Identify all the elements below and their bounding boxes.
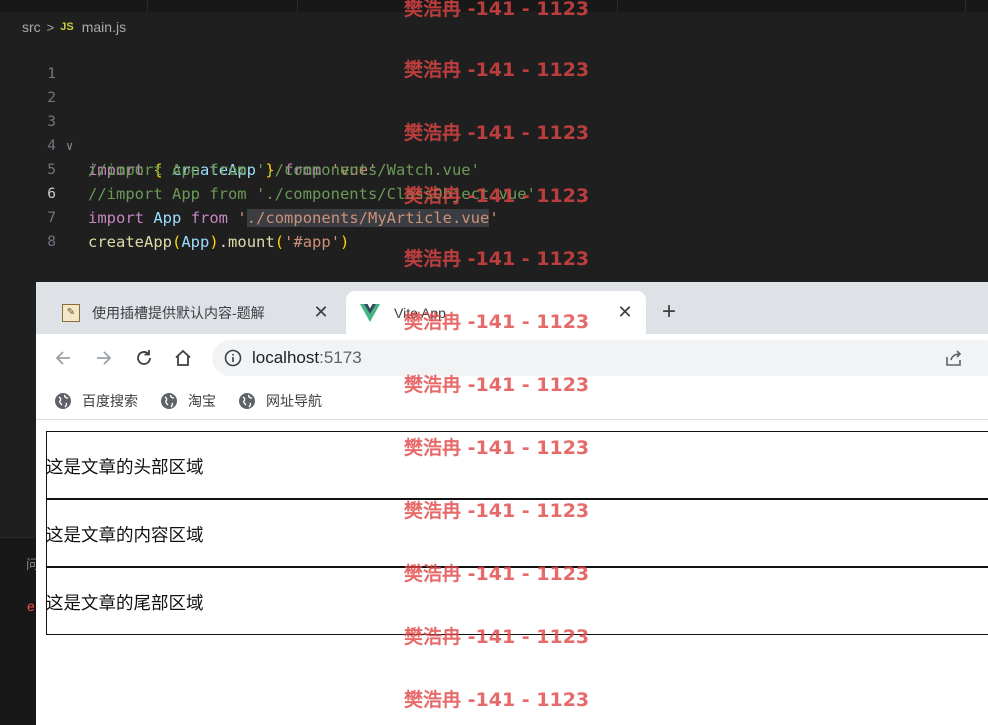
globe-icon (161, 392, 177, 409)
article-header-text: 这是文章的头部区域 (46, 458, 204, 478)
globe-icon (55, 392, 71, 409)
reload-button[interactable] (130, 344, 158, 372)
bookmark-item[interactable]: 网址导航 (238, 391, 322, 411)
paren-token: ) (340, 233, 350, 251)
back-button[interactable] (50, 344, 78, 372)
arrow-left-icon (55, 351, 70, 365)
code-line[interactable]: 8 (0, 206, 988, 250)
code-line[interactable]: 2 (0, 62, 988, 106)
share-icon[interactable] (944, 349, 964, 367)
browser-window: ✎ 使用插槽提供默认内容-题解 ✕ Vite App ✕ + localhost… (36, 282, 988, 725)
vue-logo-icon (360, 303, 380, 322)
browser-toolbar: localhost:5173 (36, 334, 988, 382)
article-content-text: 这是文章的内容区域 (46, 526, 204, 546)
editor-tab[interactable] (618, 0, 966, 12)
bookmarks-bar: 百度搜索 淘宝 网址导航 (36, 382, 988, 420)
new-tab-button[interactable]: + (662, 299, 676, 325)
panel-error-text: e (27, 598, 35, 614)
paren-token: ) (209, 233, 219, 251)
url-host: localhost (252, 348, 320, 367)
url-port: :5173 (319, 348, 362, 367)
code-line[interactable]: 1 (0, 38, 988, 82)
code-line[interactable]: 3 ∨ import { createApp } from 'vue' (0, 86, 988, 179)
page-viewport: 这是文章的头部区域 这是文章的内容区域 这是文章的尾部区域 (36, 421, 988, 725)
browser-tab-inactive[interactable]: ✎ 使用插槽提供默认内容-题解 ✕ (50, 291, 342, 334)
string-token: '#app' (284, 233, 341, 251)
editor-tab[interactable] (0, 0, 148, 12)
paren-token: ( (172, 233, 182, 251)
browser-tab-active[interactable]: Vite App ✕ (346, 291, 646, 334)
globe-icon (239, 392, 255, 409)
code-line[interactable]: 5 //import App from './components/ClassO… (0, 134, 988, 203)
reload-icon (137, 350, 151, 365)
home-icon (175, 349, 191, 366)
address-bar[interactable]: localhost:5173 (212, 340, 988, 376)
editor-tab[interactable] (448, 0, 618, 12)
breadcrumb-folder[interactable]: src (22, 19, 41, 35)
article-header: 这是文章的头部区域 (46, 431, 988, 499)
breadcrumb-file[interactable]: main.js (82, 19, 126, 35)
editor-tab[interactable] (298, 0, 448, 12)
function-token: createApp (88, 233, 172, 251)
url-text: localhost:5173 (252, 348, 362, 368)
code-line[interactable]: 7 createApp(App).mount('#app') (0, 182, 988, 251)
identifier-token: App (181, 233, 210, 251)
code-area[interactable]: 1 2 3 ∨ import { createApp } from 'vue' … (0, 38, 988, 251)
punctuation-token: . (218, 233, 229, 251)
breadcrumb: src > JS main.js (22, 15, 126, 39)
article-content: 这是文章的内容区域 (46, 498, 988, 567)
bookmark-label: 淘宝 (188, 392, 216, 409)
javascript-file-icon: JS (60, 21, 74, 33)
paren-token: ( (274, 233, 285, 251)
bookmark-item[interactable]: 淘宝 (160, 391, 216, 411)
close-icon[interactable]: ✕ (310, 302, 332, 323)
forward-button[interactable] (89, 344, 117, 372)
home-button[interactable] (169, 344, 197, 372)
arrow-right-icon (97, 351, 112, 365)
article-footer: 这是文章的尾部区域 (46, 566, 988, 635)
tab-title: Vite App (394, 304, 446, 321)
editor-tab-strip (0, 0, 988, 12)
function-token: mount (228, 233, 275, 251)
chevron-right-icon: > (46, 19, 55, 35)
browser-tab-bar: ✎ 使用插槽提供默认内容-题解 ✕ Vite App ✕ + (36, 282, 988, 334)
close-icon[interactable]: ✕ (614, 302, 636, 323)
tab-title: 使用插槽提供默认内容-题解 (92, 304, 265, 321)
bottom-panel: 问 e (0, 537, 39, 725)
info-icon[interactable] (224, 349, 242, 367)
code-line-active[interactable]: 6 import App from './components/MyArticl… (0, 158, 988, 227)
article-footer-text: 这是文章的尾部区域 (46, 594, 204, 614)
editor-tab[interactable] (148, 0, 298, 12)
image-icon: ✎ (62, 303, 80, 322)
code-text: createApp(App).mount('#app') (88, 230, 349, 254)
line-number: 8 (47, 234, 56, 250)
bookmark-item[interactable]: 百度搜索 (54, 391, 138, 411)
bookmark-label: 网址导航 (266, 392, 322, 409)
bookmark-label: 百度搜索 (82, 392, 138, 409)
code-line[interactable]: 4 //import App from './components/Watch.… (0, 110, 988, 179)
